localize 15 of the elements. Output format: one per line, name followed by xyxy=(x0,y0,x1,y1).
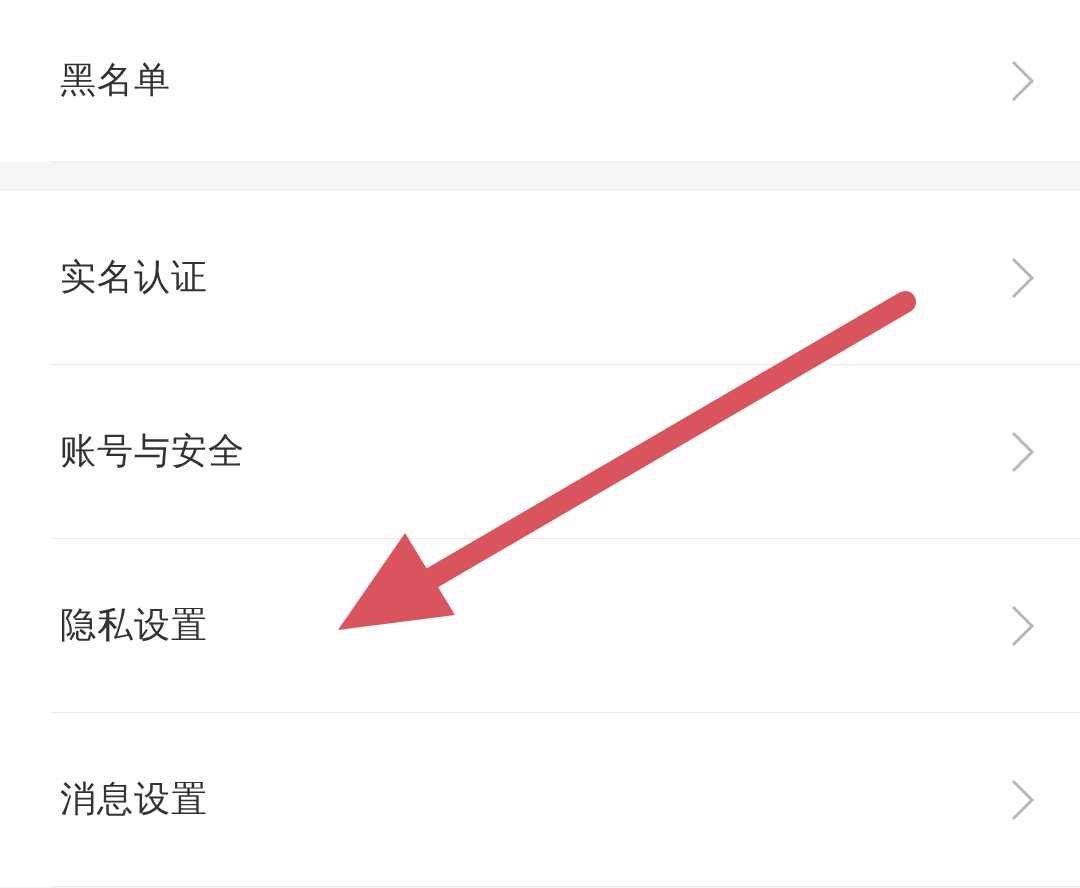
chevron-right-icon xyxy=(1010,429,1036,474)
settings-row[interactable]: 账号与安全 xyxy=(0,365,1080,538)
chevron-right-icon xyxy=(1010,255,1036,300)
chevron-right-icon xyxy=(1010,603,1036,648)
settings-row[interactable]: 实名认证 xyxy=(0,191,1080,364)
row-label: 消息设置 xyxy=(60,777,208,821)
row-label: 实名认证 xyxy=(60,255,208,299)
row-label: 账号与安全 xyxy=(60,429,245,473)
row-label: 隐私设置 xyxy=(60,603,208,647)
chevron-right-icon xyxy=(1010,777,1036,822)
settings-row[interactable]: 隐私设置 xyxy=(0,539,1080,712)
settings-row[interactable]: 消息设置 xyxy=(0,713,1080,886)
settings-row[interactable]: 黑名单 xyxy=(0,0,1080,161)
chevron-right-icon xyxy=(1010,58,1036,103)
row-label: 黑名单 xyxy=(60,58,171,102)
